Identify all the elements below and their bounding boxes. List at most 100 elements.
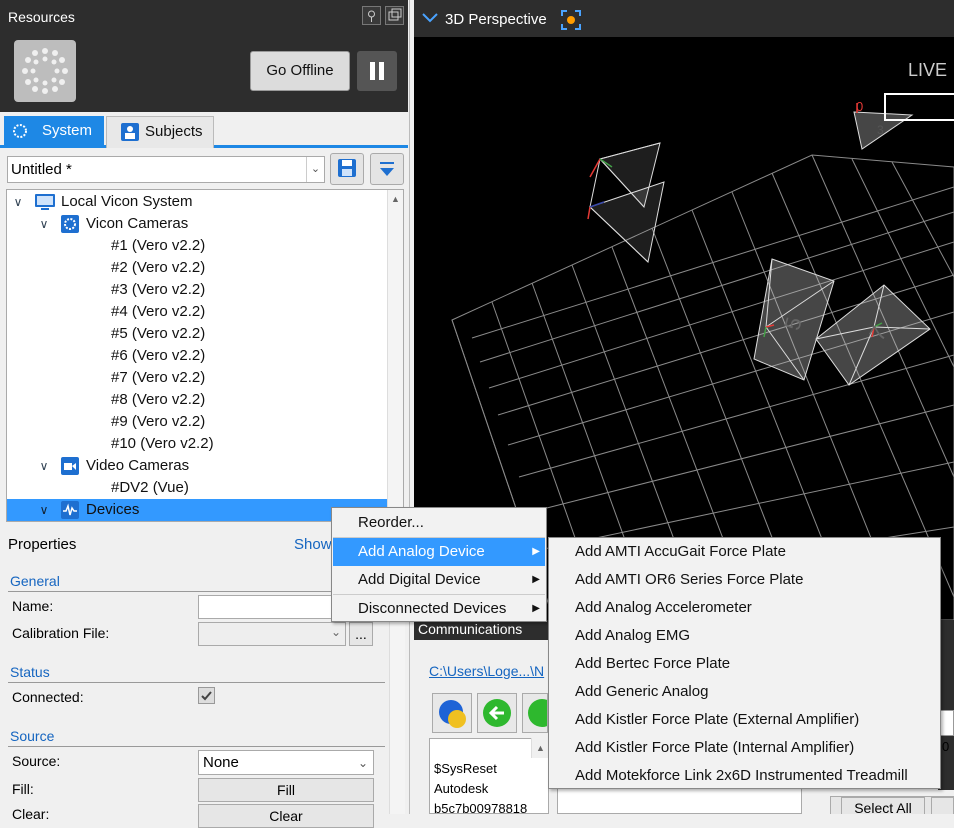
menu-item-label: Disconnected Devices bbox=[358, 600, 507, 617]
arrow-left-icon bbox=[483, 699, 511, 727]
source-value: None bbox=[203, 754, 239, 771]
submenu-item[interactable]: Add Generic Analog bbox=[575, 683, 708, 700]
tree-scrollbar[interactable]: ▲ ▼ bbox=[387, 190, 403, 521]
menu-item-add-analog-device[interactable]: Add Analog Device ▶ bbox=[333, 538, 545, 566]
forward-button[interactable] bbox=[522, 693, 548, 733]
tree-item-camera[interactable]: #4 (Vero v2.2) bbox=[7, 301, 388, 323]
source-select[interactable]: None ⌄ bbox=[198, 750, 374, 775]
devices-icon bbox=[61, 501, 79, 519]
tree-item-camera[interactable]: #3 (Vero v2.2) bbox=[7, 279, 388, 301]
tree-label: #1 (Vero v2.2) bbox=[111, 237, 206, 254]
tree-label: #3 (Vero v2.2) bbox=[111, 281, 206, 298]
viewport-title: 3D Perspective bbox=[445, 11, 547, 28]
go-offline-button[interactable]: Go Offline bbox=[250, 51, 350, 91]
menu-item-reorder[interactable]: Reorder... bbox=[333, 509, 545, 537]
live-label: LIVE bbox=[908, 60, 948, 80]
restore-icon[interactable] bbox=[385, 6, 404, 25]
submenu-item[interactable]: Add Kistler Force Plate (External Amplif… bbox=[575, 711, 859, 728]
connected-label: Connected: bbox=[12, 689, 84, 705]
device-list[interactable] bbox=[557, 788, 802, 814]
submenu-item[interactable]: Add Motekforce Link 2x6D Instrumented Tr… bbox=[575, 767, 908, 784]
config-menu-button[interactable] bbox=[370, 153, 404, 185]
tree-item-camera[interactable]: #1 (Vero v2.2) bbox=[7, 235, 388, 257]
tree-label: Video Cameras bbox=[86, 457, 190, 474]
pin-icon[interactable] bbox=[362, 6, 381, 25]
focus-icon[interactable] bbox=[560, 9, 582, 31]
video-camera-icon bbox=[61, 457, 79, 475]
devices-context-menu: Reorder... Add Analog Device ▶ Add Digita… bbox=[331, 507, 547, 622]
divider bbox=[8, 591, 385, 592]
tree-item-camera[interactable]: #9 (Vero v2.2) bbox=[7, 411, 388, 433]
tree-label: #DV2 (Vue) bbox=[111, 479, 189, 496]
add-analog-device-submenu: Add AMTI AccuGait Force Plate Add AMTI O… bbox=[548, 537, 941, 789]
chevron-down-icon: ⌄ bbox=[357, 756, 368, 770]
chevron-down-icon[interactable]: ⌄ bbox=[306, 157, 324, 182]
tree-item-video[interactable]: #DV2 (Vue) bbox=[7, 477, 388, 499]
tree-item-local-system[interactable]: ∨ Local Vicon System bbox=[7, 191, 388, 213]
connected-checkbox[interactable] bbox=[198, 687, 215, 704]
submenu-item[interactable]: Add Analog EMG bbox=[575, 627, 690, 644]
chevron-right-icon: ▶ bbox=[532, 574, 540, 585]
arrow-right-icon bbox=[528, 699, 547, 727]
tab-subjects[interactable]: Subjects bbox=[106, 116, 214, 148]
clear-button[interactable]: Clear bbox=[198, 804, 374, 828]
browse-button[interactable]: ... bbox=[349, 622, 373, 646]
save-icon bbox=[338, 159, 356, 177]
name-field[interactable] bbox=[198, 595, 333, 619]
select-all-button[interactable]: Select All bbox=[841, 797, 925, 814]
tree-label: #2 (Vero v2.2) bbox=[111, 259, 206, 276]
scroll-up-icon[interactable]: ▲ bbox=[391, 194, 400, 204]
menu-item-disconnected-devices[interactable]: Disconnected Devices ▶ bbox=[333, 595, 545, 623]
tree-item-camera[interactable]: #2 (Vero v2.2) bbox=[7, 257, 388, 279]
connect-button[interactable] bbox=[432, 693, 472, 733]
tree-item-camera[interactable]: #10 (Vero v2.2) bbox=[7, 433, 388, 455]
chevron-down-icon[interactable] bbox=[421, 12, 439, 24]
tree-item-video-cameras[interactable]: ∨ Video Cameras bbox=[7, 455, 388, 477]
vicon-logo bbox=[14, 40, 76, 102]
submenu-item[interactable]: Add Bertec Force Plate bbox=[575, 655, 730, 672]
chevron-down-icon[interactable]: ∨ bbox=[11, 191, 25, 213]
camera-frustums bbox=[589, 111, 931, 386]
globe-icon bbox=[439, 700, 466, 728]
system-icon bbox=[13, 124, 27, 138]
submenu-item[interactable]: Add AMTI AccuGait Force Plate bbox=[575, 543, 786, 560]
tree-item-camera[interactable]: #8 (Vero v2.2) bbox=[7, 389, 388, 411]
secondary-button[interactable] bbox=[931, 797, 953, 814]
fill-button[interactable]: Fill bbox=[198, 778, 374, 802]
tree-label: #6 (Vero v2.2) bbox=[111, 347, 206, 364]
chevron-down-icon: ⌄ bbox=[330, 625, 341, 639]
tree-item-camera[interactable]: #7 (Vero v2.2) bbox=[7, 367, 388, 389]
back-button[interactable] bbox=[477, 693, 517, 733]
source-label: Source: bbox=[12, 753, 61, 769]
tree-item-vicon-cameras[interactable]: ∨ Vicon Cameras bbox=[7, 213, 388, 235]
save-button[interactable] bbox=[330, 153, 364, 185]
submenu-item[interactable]: Add Kistler Force Plate (Internal Amplif… bbox=[575, 739, 854, 756]
scroll-up-icon[interactable]: ▲ bbox=[531, 738, 549, 758]
tree-label: #5 (Vero v2.2) bbox=[111, 325, 206, 342]
section-source: Source bbox=[10, 728, 55, 744]
config-select[interactable]: Untitled * ⌄ bbox=[7, 156, 325, 183]
tree-item-camera[interactable]: #5 (Vero v2.2) bbox=[7, 323, 388, 345]
chevron-down-icon[interactable]: ∨ bbox=[37, 455, 51, 477]
tree-label: #9 (Vero v2.2) bbox=[111, 413, 206, 430]
submenu-item[interactable]: Add AMTI OR6 Series Force Plate bbox=[575, 571, 803, 588]
submenu-item[interactable]: Add Analog Accelerometer bbox=[575, 599, 752, 616]
tree-item-camera[interactable]: #6 (Vero v2.2) bbox=[7, 345, 388, 367]
pause-button[interactable] bbox=[357, 51, 397, 91]
menu-item-add-digital-device[interactable]: Add Digital Device ▶ bbox=[333, 566, 545, 594]
config-value: Untitled * bbox=[11, 161, 72, 178]
chevron-down-icon[interactable]: ∨ bbox=[37, 499, 51, 521]
communications-tab[interactable]: Communications bbox=[414, 620, 548, 640]
path-link[interactable]: C:\Users\Loge...\N bbox=[429, 663, 544, 679]
viewport-header: 3D Perspective bbox=[414, 0, 954, 37]
check-icon bbox=[201, 691, 212, 701]
tree-label: #7 (Vero v2.2) bbox=[111, 369, 206, 386]
resources-header: Resources Go Offline bbox=[0, 0, 408, 112]
clear-label: Clear: bbox=[12, 806, 50, 822]
resources-panel: Resources Go Offline System Subjects Unt… bbox=[0, 0, 410, 828]
resource-tabs: System Subjects bbox=[0, 112, 408, 148]
tab-system[interactable]: System bbox=[4, 116, 104, 148]
calibration-select[interactable]: ⌄ bbox=[198, 622, 346, 646]
chevron-down-icon[interactable]: ∨ bbox=[37, 213, 51, 235]
show-link[interactable]: Show bbox=[294, 536, 332, 553]
